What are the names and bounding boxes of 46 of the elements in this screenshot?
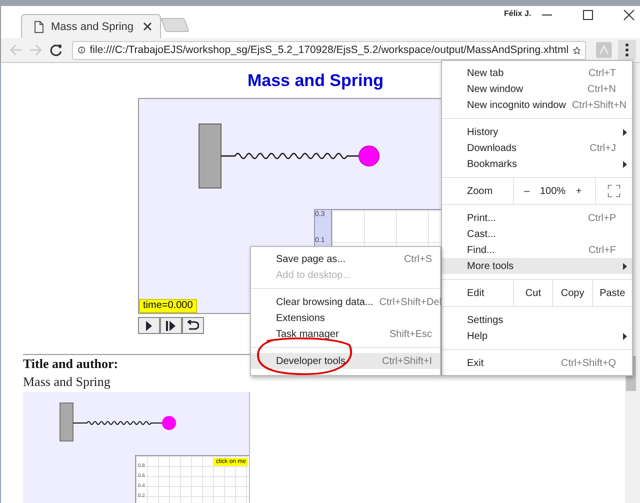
shortcut-label: Ctrl+P	[586, 212, 616, 224]
shortcut-label: Shift+Esc	[388, 328, 432, 340]
tab-title: Mass and Spring	[51, 20, 135, 32]
shortcut-label: Ctrl+N	[586, 84, 616, 94]
user-name: Félix J.	[504, 9, 532, 18]
edit-button[interactable]: Copy	[553, 280, 593, 306]
shortcut-label: Ctrl+Shift+Del	[378, 296, 442, 308]
menu-item[interactable]: Clear browsing data... Ctrl+Shift+Del	[251, 294, 440, 310]
shortcut-label: Ctrl+S	[402, 254, 432, 264]
edit-button[interactable]: Cut	[514, 280, 554, 306]
menu-item[interactable]: Task manager Shift+Esc	[251, 326, 440, 342]
menu-item[interactable]: Print... Ctrl+P	[442, 210, 632, 226]
menu-item[interactable]: Help	[442, 328, 632, 344]
edit-button[interactable]: Paste	[592, 280, 632, 306]
menu-item[interactable]: Downloads Ctrl+J	[442, 140, 632, 156]
menu-item[interactable]: Extensions	[251, 310, 440, 326]
menu-item[interactable]: Developer tools Ctrl+Shift+I	[251, 353, 440, 369]
zoom-label: Zoom	[442, 178, 514, 204]
shortcut-label: Ctrl+F	[588, 244, 616, 256]
shortcut-label: Ctrl+Shift+Q	[560, 358, 616, 368]
menu-item[interactable]: Save page as... Ctrl+S	[251, 251, 440, 267]
shortcut-label: Ctrl+J	[588, 142, 616, 154]
zoom-out-button[interactable]: –	[514, 178, 540, 204]
address-bar[interactable]: file:///C:/TrabajoEJS/workshop_sg/EjsS_5.2_170928/EjsS_5.2/workspace/output/MassAndSpring.xhtml	[72, 40, 586, 60]
zoom-value: 100%	[539, 184, 566, 198]
url-text: file:///C:/TrabajoEJS/workshop_sg/EjsS_5.2_170928/EjsS_5.2/workspace/output/MassAndSpring.xhtml	[90, 44, 569, 56]
menu-item[interactable]: New window Ctrl+N	[442, 81, 632, 97]
zoom-in-button[interactable]: +	[566, 178, 592, 204]
edit-label: Edit	[442, 280, 514, 306]
menu-item[interactable]: Find... Ctrl+F	[442, 242, 632, 258]
menu-item[interactable]: History	[442, 124, 632, 140]
menu-item[interactable]: Bookmarks	[442, 156, 632, 172]
section-text: Mass and Spring	[23, 374, 110, 389]
menu-item[interactable]: Exit Ctrl+Shift+Q	[442, 355, 632, 371]
browser-tab[interactable]: Mass and Spring	[21, 14, 161, 38]
menu-item[interactable]: New incognito window Ctrl+Shift+N	[442, 97, 632, 113]
shortcut-label: Ctrl+Shift+N	[570, 100, 626, 110]
shortcut-label: Ctrl+T	[588, 68, 616, 78]
shortcut-label: Ctrl+Shift+I	[380, 356, 432, 366]
menu-item[interactable]: More tools	[442, 258, 632, 274]
menu-item[interactable]: Cast...	[442, 226, 632, 242]
time-label: time=0.000	[139, 299, 197, 313]
page-heading: Mass and Spring	[247, 70, 384, 90]
menu-item[interactable]: New tab Ctrl+T	[442, 65, 632, 81]
section-title: Title and author:	[23, 356, 118, 371]
menu-item[interactable]: Settings	[442, 312, 632, 328]
